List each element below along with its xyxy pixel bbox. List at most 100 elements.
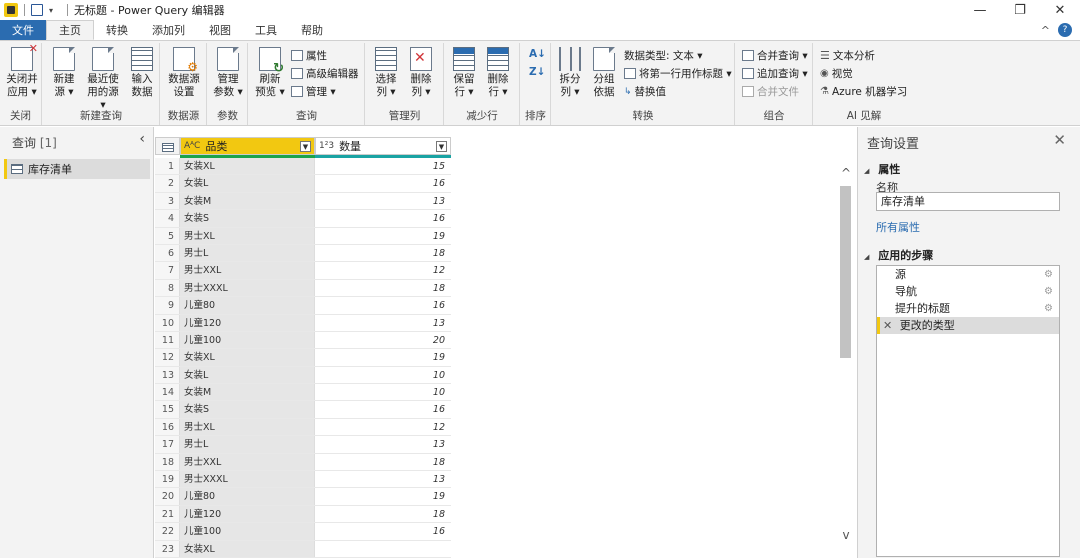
cell-quantity[interactable]: 16: [315, 297, 451, 313]
cell-category[interactable]: 男士XXXL: [180, 279, 315, 297]
row-number[interactable]: 8: [155, 279, 180, 297]
row-number[interactable]: 17: [155, 436, 180, 453]
close-window-button[interactable]: ✕: [1040, 0, 1080, 20]
step-navigation[interactable]: 导航 ⚙: [877, 283, 1059, 300]
table-row[interactable]: 6 男士L 18: [155, 244, 451, 263]
append-queries-button[interactable]: 追加查询 ▾: [742, 66, 808, 81]
row-number[interactable]: 4: [155, 210, 180, 227]
cell-category[interactable]: 男士XXL: [180, 453, 315, 471]
cell-quantity[interactable]: 10: [315, 384, 451, 400]
choose-columns-button[interactable]: 选择 列 ▾: [371, 47, 401, 99]
cell-category[interactable]: 男士XXXL: [180, 471, 315, 488]
tab-help[interactable]: 帮助: [289, 20, 335, 40]
scroll-up-icon[interactable]: ^: [838, 166, 854, 180]
row-number[interactable]: 2: [155, 175, 180, 192]
row-number[interactable]: 5: [155, 227, 180, 244]
data-source-settings-button[interactable]: 数据源 设置: [165, 47, 203, 99]
query-name-input[interactable]: 库存清单: [876, 192, 1060, 211]
cell-category[interactable]: 儿童120: [180, 505, 315, 523]
cell-quantity[interactable]: 16: [315, 210, 451, 226]
cell-quantity[interactable]: 12: [315, 262, 451, 278]
remove-columns-button[interactable]: 删除 列 ▾: [406, 47, 436, 99]
azure-ml-button[interactable]: ⚗ Azure 机器学习: [820, 84, 907, 99]
row-number[interactable]: 10: [155, 314, 180, 331]
cell-category[interactable]: 男士L: [180, 436, 315, 453]
scroll-down-icon[interactable]: v: [838, 528, 854, 542]
text-analytics-button[interactable]: ☰ 文本分析: [820, 48, 875, 63]
cell-quantity[interactable]: 18: [315, 280, 451, 296]
row-number[interactable]: 11: [155, 331, 180, 349]
cell-category[interactable]: 男士L: [180, 244, 315, 262]
cell-quantity[interactable]: [315, 541, 451, 557]
replace-values-button[interactable]: ↳ 替换值: [624, 84, 666, 99]
scroll-thumb[interactable]: [840, 186, 851, 358]
delete-step-icon[interactable]: ✕: [883, 319, 892, 332]
step-source[interactable]: 源 ⚙: [877, 266, 1059, 283]
row-number[interactable]: 15: [155, 401, 180, 418]
table-row[interactable]: 9 儿童80 16: [155, 297, 451, 315]
cell-category[interactable]: 女装L: [180, 366, 315, 384]
recent-sources-button[interactable]: 最近使 用的源 ▾: [83, 47, 123, 112]
table-row[interactable]: 10 儿童120 13: [155, 314, 451, 332]
table-menu-icon[interactable]: [155, 137, 180, 155]
qat-dropdown-icon[interactable]: ▾: [49, 6, 53, 15]
table-row[interactable]: 15 女装S 16: [155, 401, 451, 419]
table-row[interactable]: 18 男士XXL 18: [155, 453, 451, 472]
cell-category[interactable]: 女装XL: [180, 349, 315, 366]
gear-icon[interactable]: ⚙: [1044, 283, 1053, 300]
row-number[interactable]: 23: [155, 540, 180, 557]
use-first-row-button[interactable]: 将第一行用作标题 ▾: [624, 66, 732, 81]
row-number[interactable]: 14: [155, 384, 180, 401]
number-type-icon[interactable]: 1²3: [319, 141, 334, 151]
cell-category[interactable]: 男士XL: [180, 227, 315, 244]
row-number[interactable]: 7: [155, 262, 180, 279]
vision-button[interactable]: ◉ 视觉: [820, 66, 853, 81]
close-apply-button[interactable]: 关闭并 应用 ▾: [4, 42, 40, 99]
row-number[interactable]: 16: [155, 418, 180, 436]
gear-icon[interactable]: ⚙: [1044, 266, 1053, 283]
column-header-category[interactable]: AᴬC 品类 ▼: [180, 137, 315, 155]
table-row[interactable]: 2 女装L 16: [155, 175, 451, 193]
manage-parameters-button[interactable]: 管理 参数 ▾: [211, 47, 245, 99]
table-row[interactable]: 20 儿童80 19: [155, 488, 451, 506]
refresh-preview-button[interactable]: 刷新 预览 ▾: [255, 47, 285, 99]
cell-quantity[interactable]: 18: [315, 245, 451, 261]
sort-descending-button[interactable]: Z↓: [529, 66, 545, 78]
filter-dropdown-icon[interactable]: ▼: [300, 141, 311, 152]
step-promoted-headers[interactable]: 提升的标题 ⚙: [877, 300, 1059, 317]
text-type-icon[interactable]: AᴬC: [184, 141, 200, 151]
sort-ascending-button[interactable]: A↓: [529, 48, 546, 60]
remove-rows-button[interactable]: 删除 行 ▾: [483, 47, 513, 99]
cell-quantity[interactable]: 18: [315, 454, 451, 470]
cell-category[interactable]: 女装XL: [180, 158, 315, 175]
cell-category[interactable]: 女装XL: [180, 540, 315, 557]
keep-rows-button[interactable]: 保留 行 ▾: [449, 47, 479, 99]
tab-view[interactable]: 视图: [197, 20, 243, 40]
tab-tools[interactable]: 工具: [243, 20, 289, 40]
group-by-button[interactable]: 分组 依据: [589, 47, 619, 99]
cell-quantity[interactable]: 10: [315, 367, 451, 383]
split-column-button[interactable]: 拆分 列 ▾: [555, 47, 585, 99]
row-number[interactable]: 9: [155, 297, 180, 314]
row-number[interactable]: 19: [155, 471, 180, 488]
cell-quantity[interactable]: 13: [315, 436, 451, 452]
cell-quantity[interactable]: 19: [315, 349, 451, 365]
cell-quantity[interactable]: 16: [315, 175, 451, 191]
cell-quantity[interactable]: 19: [315, 228, 451, 244]
table-row[interactable]: 22 儿童100 16: [155, 523, 451, 541]
data-type-dropdown[interactable]: 数据类型: 文本 ▾: [624, 48, 702, 63]
cell-quantity[interactable]: 18: [315, 506, 451, 522]
save-icon[interactable]: [31, 4, 43, 16]
cell-category[interactable]: 儿童100: [180, 331, 315, 349]
new-source-button[interactable]: 新建 源 ▾: [49, 47, 79, 99]
cell-quantity[interactable]: 13: [315, 315, 451, 331]
collapse-ribbon-icon[interactable]: ^: [1041, 24, 1050, 37]
cell-quantity[interactable]: 12: [315, 419, 451, 435]
row-number[interactable]: 18: [155, 453, 180, 471]
row-number[interactable]: 3: [155, 192, 180, 210]
vertical-scrollbar[interactable]: ^ v: [838, 160, 854, 558]
table-row[interactable]: 17 男士L 13: [155, 436, 451, 454]
applied-steps-heading[interactable]: ◢ 应用的步骤: [864, 247, 933, 263]
filter-dropdown-icon[interactable]: ▼: [436, 141, 447, 152]
cell-quantity[interactable]: 20: [315, 332, 451, 348]
